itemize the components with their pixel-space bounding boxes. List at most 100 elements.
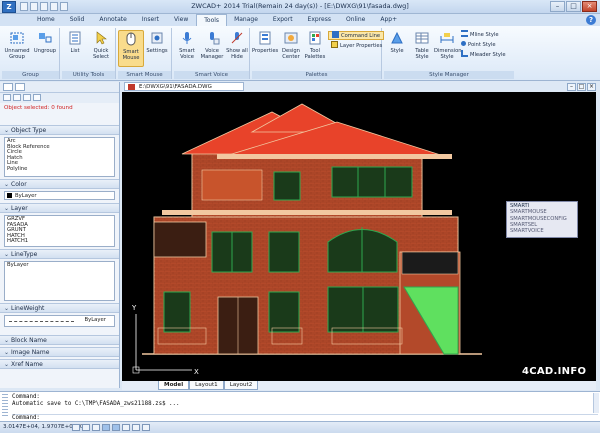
tab-manage[interactable]: Manage [227,14,266,26]
table-style-button[interactable]: Table Style [409,30,435,60]
quick-select-button[interactable]: Quick Select [88,30,114,60]
list-item[interactable]: ByLayer [7,262,112,269]
show-all-hide-button[interactable]: Show all Hide [224,30,250,60]
lineweight-value[interactable]: ByLayer [4,315,115,327]
tab-layout1[interactable]: Layout1 [189,381,224,390]
clear-icon[interactable] [33,94,41,101]
mleader-style-button[interactable]: Mleader Style [461,50,506,60]
document-controls: – □ × [567,83,596,91]
y-axis-label: Y [132,304,137,312]
command-line-button[interactable]: Command Line [328,31,385,40]
doc-minimize-button[interactable]: – [567,83,576,91]
window-controls: – □ × [550,1,597,12]
ortho-toggle-icon[interactable] [92,424,100,431]
properties-icon [259,31,271,45]
add-icon[interactable] [3,94,11,101]
otrack-toggle-icon[interactable] [122,424,130,431]
select-objects-icon[interactable] [3,83,13,91]
quick-select-icon [96,31,107,45]
smart-mouse-button[interactable]: Smart Mouse [118,30,144,67]
dimension-style-button[interactable]: Dimension Style [434,30,462,60]
panel-toolbar [0,82,119,93]
tab-annotate[interactable]: Annotate [92,14,134,26]
unnamed-group-button[interactable]: Unnamed Group [4,30,30,60]
ribbon-panel: Unnamed Group Ungroup Group List Quick S… [0,26,600,81]
minimize-button[interactable]: – [550,1,565,12]
color-swatch [7,193,12,198]
section-color[interactable]: ⌄ Color [0,179,119,189]
object-type-list[interactable]: Arc Block Reference Circle Hatch Line Po… [4,137,115,177]
ribbon-group-smart-voice: Smart Voice Voice Manager Show all Hide … [174,28,250,79]
help-icon[interactable]: ? [586,15,596,25]
design-center-button[interactable]: Design Center [278,30,304,60]
point-style-button[interactable]: Point Style [461,41,496,50]
tab-export[interactable]: Export [266,14,301,26]
doc-close-button[interactable]: × [587,83,596,91]
ungroup-button[interactable]: Ungroup [32,30,58,54]
tab-home[interactable]: Home [30,14,63,26]
command-line-icon [332,31,339,38]
list-item[interactable]: Polyline [7,166,112,173]
properties-button[interactable]: Properties [252,30,278,54]
command-grip[interactable] [2,394,8,418]
tab-insert[interactable]: Insert [135,14,167,26]
section-object-type[interactable]: ⌄ Object Type [0,125,119,135]
tab-app-plus[interactable]: App+ [373,14,405,26]
command-scrollbar[interactable] [593,393,599,413]
tab-model[interactable]: Model [158,381,190,390]
ribbon-group-style-manager: Style Table Style Dimension Style Mline … [384,28,514,79]
voice-manager-icon [210,32,220,45]
model-toggle-icon[interactable] [142,424,150,431]
voice-manager-button[interactable]: Voice Manager [199,30,225,60]
mline-style-button[interactable]: Mline Style [461,30,499,40]
layer-properties-button[interactable]: Layer Properties [331,41,382,51]
tab-layout2[interactable]: Layout2 [223,381,259,390]
group-icon [10,32,24,44]
remove-icon[interactable] [13,94,21,101]
ribbon-tabs: Home Solid Annotate Insert View Tools Ma… [0,14,600,26]
list-item[interactable]: SMARTMOUSECONFIG [510,216,574,222]
tab-express[interactable]: Express [301,14,339,26]
dimension-style-icon [440,33,454,43]
watermark-text: 4CAD.INFO [522,366,587,377]
chevron-down-icon: ⌄ [4,127,10,134]
lineweight-toggle-icon[interactable] [132,424,140,431]
snap-toggle-icon[interactable] [72,424,80,431]
filter-icon[interactable] [15,83,25,91]
style-button[interactable]: Style [384,30,410,54]
doc-restore-button[interactable]: □ [577,83,586,91]
dwg-file-icon [128,84,135,90]
linetype-list[interactable]: ByLayer [4,261,115,301]
section-xref-name[interactable]: ⌄ Xref Name [0,359,119,369]
maximize-button[interactable]: □ [566,1,581,12]
invert-icon[interactable] [23,94,31,101]
section-layer[interactable]: ⌄ Layer [0,203,119,213]
tab-online[interactable]: Online [339,14,373,26]
section-lineweight[interactable]: ⌄ LineWeight [0,303,119,313]
tab-solid[interactable]: Solid [63,14,93,26]
command-history: Command: Automatic save to C:\TMP\FASADA… [12,394,180,407]
section-linetype[interactable]: ⌄ LineType [0,249,119,259]
color-value[interactable]: ByLayer [4,191,115,200]
polar-toggle-icon[interactable] [102,424,110,431]
layer-list[interactable]: GRZVF FASADA GRUNT HATCH HATCH1 [4,215,115,247]
design-center-icon [284,32,298,44]
list-item[interactable]: SMARTVOICE [510,228,574,234]
section-block-name[interactable]: ⌄ Block Name [0,335,119,345]
settings-button[interactable]: Settings [144,30,170,54]
list-item[interactable]: HATCH1 [7,239,112,245]
x-axis-label: X [194,368,199,376]
settings-icon [151,32,163,44]
chevron-down-icon: ⌄ [4,361,10,368]
close-button[interactable]: × [582,1,597,12]
smart-voice-button[interactable]: Smart Voice [174,30,200,60]
tab-tools[interactable]: Tools [196,14,228,26]
document-tab[interactable]: E:\DWXG\91\FASADA.DWG [124,82,244,91]
tab-view[interactable]: View [167,14,196,26]
list-button[interactable]: List [62,30,88,54]
microphone-icon [182,32,192,44]
section-image-name[interactable]: ⌄ Image Name [0,347,119,357]
tool-palettes-button[interactable]: Tool Palettes [302,30,328,60]
osnap-toggle-icon[interactable] [112,424,120,431]
grid-toggle-icon[interactable] [82,424,90,431]
